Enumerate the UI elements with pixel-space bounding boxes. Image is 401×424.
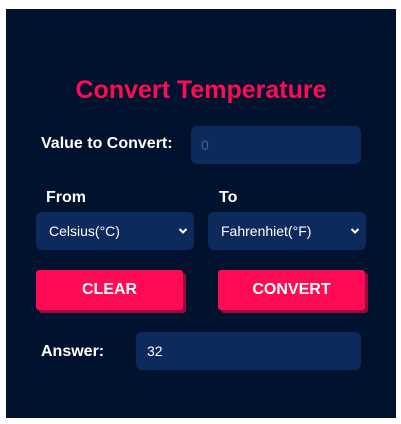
clear-button[interactable]: CLEAR [36, 270, 183, 310]
value-label: Value to Convert: [41, 135, 173, 152]
from-unit-select[interactable]: Celsius(°C) [36, 212, 194, 250]
to-unit-select[interactable]: Fahrenhiet(°F) [208, 212, 366, 250]
to-label: To [219, 189, 238, 206]
convert-button[interactable]: CONVERT [218, 270, 365, 310]
chevron-down-icon [178, 228, 188, 234]
value-input[interactable]: 0 [191, 126, 361, 164]
answer-label: Answer: [41, 343, 105, 360]
converter-panel: Convert Temperature Value to Convert: 0 … [6, 9, 396, 418]
answer-field: 32 [136, 332, 361, 370]
from-unit-value: Celsius(°C) [49, 223, 120, 239]
to-unit-value: Fahrenhiet(°F) [221, 223, 312, 239]
value-input-placeholder: 0 [201, 137, 209, 153]
chevron-down-icon [350, 228, 360, 234]
page-title: Convert Temperature [75, 76, 327, 104]
answer-value: 32 [147, 343, 163, 359]
from-label: From [46, 189, 86, 206]
